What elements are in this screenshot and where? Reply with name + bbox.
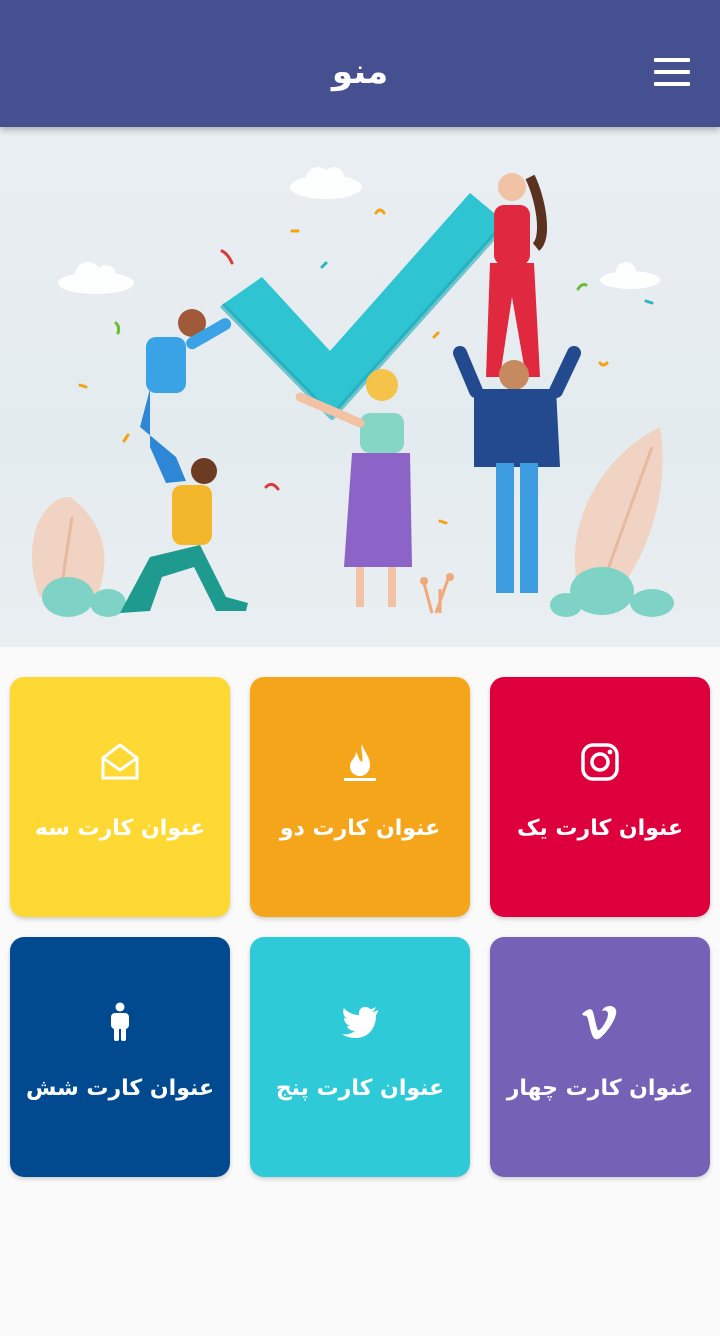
banner-carousel[interactable] <box>0 127 720 647</box>
page-title: منو <box>331 52 389 92</box>
twitter-icon <box>342 1006 378 1038</box>
teamwork-checkmark-illustration <box>31 167 674 617</box>
card-title: عنوان کارت پنج <box>275 1076 445 1101</box>
vimeo-icon <box>582 1005 617 1040</box>
open-envelope-icon <box>101 743 139 780</box>
card-title: عنوان کارت چهار <box>506 1076 694 1101</box>
card-two[interactable]: عنوان کارت دو <box>250 677 470 917</box>
card-three[interactable]: عنوان کارت سه <box>10 677 230 917</box>
hamburger-menu-icon[interactable] <box>646 50 698 94</box>
person-icon <box>111 1002 129 1041</box>
card-four[interactable]: عنوان کارت چهار <box>490 937 710 1177</box>
card-five[interactable]: عنوان کارت پنج <box>250 937 470 1177</box>
card-one[interactable]: عنوان کارت یک <box>490 677 710 917</box>
flame-icon <box>344 744 376 781</box>
card-title: عنوان کارت یک <box>516 816 684 841</box>
app-screen: منو عنوان کارت یک عنوان کارت دو عنوان کا… <box>0 0 720 1336</box>
card-title: عنوان کارت شش <box>26 1076 214 1101</box>
instagram-icon <box>581 743 619 781</box>
card-title: عنوان کارت دو <box>279 816 441 841</box>
card-title: عنوان کارت سه <box>34 816 206 841</box>
app-bar: منو <box>0 0 720 127</box>
card-six[interactable]: عنوان کارت شش <box>10 937 230 1177</box>
